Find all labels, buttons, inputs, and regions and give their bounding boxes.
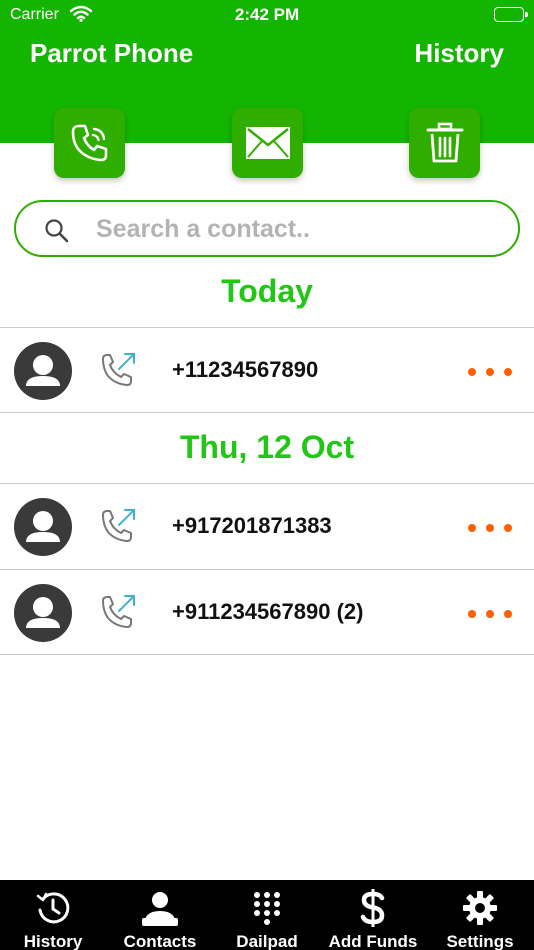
tab-label: History	[23, 932, 83, 950]
outgoing-call-icon	[102, 353, 135, 386]
section-header-today: Today	[221, 273, 313, 309]
avatar	[14, 498, 72, 556]
tab-label: Dailpad	[236, 932, 298, 950]
tab-label: Add Funds	[328, 932, 418, 950]
more-options-button[interactable]	[468, 606, 512, 622]
tab-history[interactable]: History	[0, 880, 106, 950]
envelope-icon	[245, 127, 290, 159]
phone-number: +11234567890	[172, 357, 319, 382]
tab-contacts[interactable]: Contacts	[107, 880, 213, 950]
phone-number: +917201871383	[172, 513, 332, 538]
call-log-row[interactable]: +911234567890 (2)	[0, 570, 534, 654]
section-header-date: Thu, 12 Oct	[179, 429, 355, 465]
tab-add-funds[interactable]: Add Funds	[320, 880, 426, 950]
person-icon	[26, 355, 60, 386]
avatar	[14, 584, 72, 642]
app-title: Parrot Phone	[30, 38, 194, 68]
dialpad-icon	[254, 892, 280, 925]
outgoing-call-icon	[102, 595, 135, 628]
status-time: 2:42 PM	[234, 5, 300, 24]
person-icon	[26, 511, 60, 542]
call-button[interactable]	[54, 108, 125, 178]
divider	[0, 654, 534, 655]
search-input[interactable]	[96, 210, 496, 248]
gear-icon	[463, 891, 497, 925]
tab-dialpad[interactable]: Dailpad	[214, 880, 320, 950]
tab-label: Contacts	[123, 932, 197, 950]
status-bar: Carrier 2:42 PM	[0, 0, 534, 30]
contacts-person-icon	[142, 892, 178, 926]
dollar-icon	[360, 889, 385, 927]
more-options-button[interactable]	[468, 520, 512, 536]
delete-button[interactable]	[409, 108, 480, 178]
phone-number: +911234567890 (2)	[172, 599, 364, 624]
call-log-row[interactable]: +917201871383	[0, 484, 534, 568]
tab-bar: History Contacts Dailpad Add Funds Setti…	[0, 880, 534, 950]
tab-settings[interactable]: Settings	[427, 880, 533, 950]
page-title: History	[414, 38, 504, 68]
battery-icon	[494, 7, 528, 22]
divider	[0, 412, 534, 413]
more-options-button[interactable]	[468, 364, 512, 380]
outgoing-call-icon	[102, 509, 135, 542]
person-icon	[26, 597, 60, 628]
trash-icon	[426, 122, 463, 163]
call-log-row[interactable]: +11234567890	[0, 328, 534, 412]
search-bar[interactable]	[14, 200, 520, 257]
tab-label: Settings	[446, 932, 514, 950]
phone-icon	[71, 124, 107, 162]
message-button[interactable]	[232, 108, 303, 178]
avatar	[14, 342, 72, 400]
search-icon	[45, 219, 69, 243]
history-clock-icon	[36, 892, 70, 924]
